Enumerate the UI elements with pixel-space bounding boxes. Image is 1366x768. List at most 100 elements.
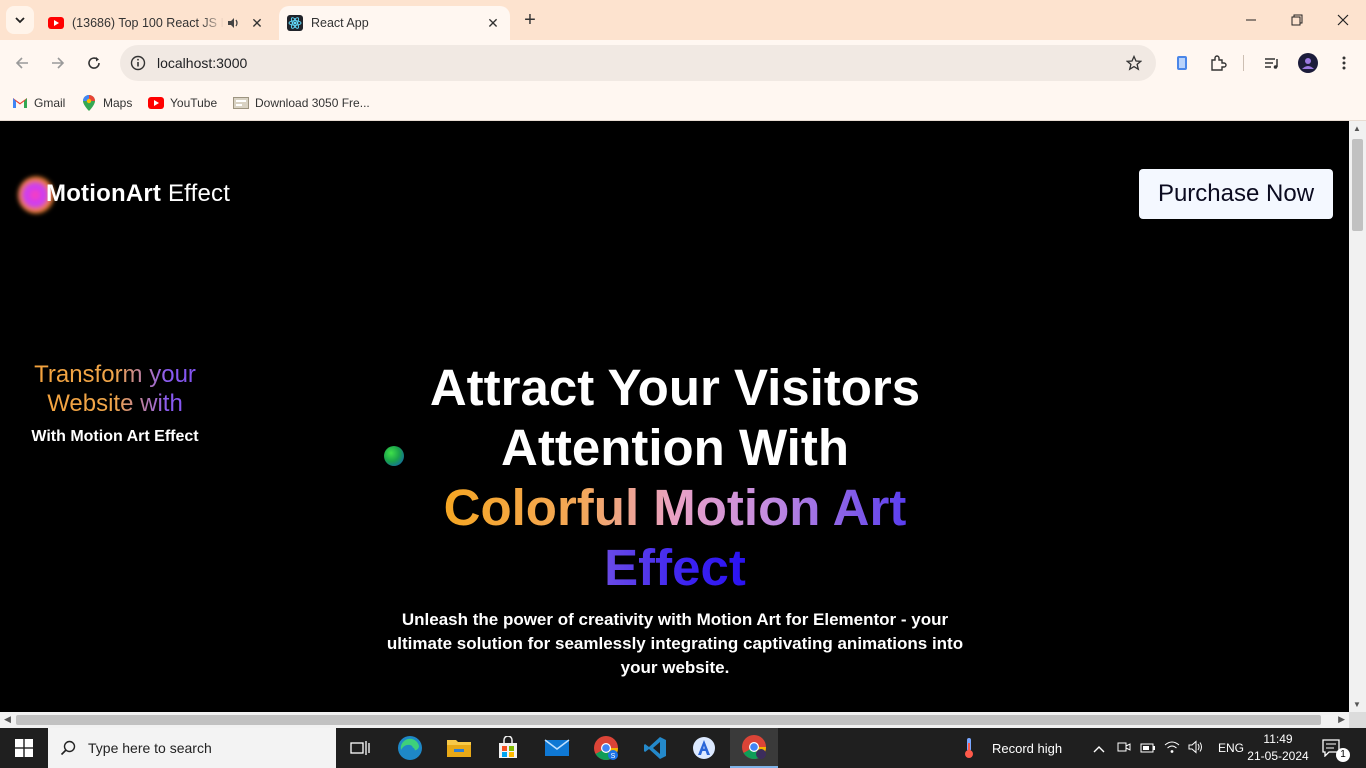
bookmark-label: YouTube (170, 96, 218, 110)
minimize-icon (1246, 19, 1256, 21)
task-view-icon (350, 741, 370, 755)
taskbar-edge[interactable] (386, 728, 434, 768)
thermometer-icon (965, 738, 973, 758)
tab-strip: (13686) Top 100 React JS Interview Quest… (0, 0, 1366, 40)
tab-react-app[interactable]: React App ✕ (279, 6, 510, 40)
speaker-icon[interactable] (224, 16, 242, 30)
logo-text: MotionArt Effect (46, 180, 230, 208)
youtube-icon (48, 15, 64, 31)
horizontal-scrollbar[interactable]: ◀ ▶ (0, 712, 1349, 728)
media-control-icon[interactable] (1261, 52, 1283, 74)
bookmark-label: Maps (103, 96, 133, 110)
tab-title: (13686) Top 100 React JS Interview Quest… (72, 16, 224, 30)
hero-line-3: Colorful Motion Art (443, 479, 907, 536)
taskbar-mail[interactable] (533, 728, 581, 768)
forward-button[interactable] (45, 50, 71, 76)
weather-widget[interactable]: Record high (962, 728, 1062, 768)
taskbar-search[interactable]: Type here to search (48, 728, 336, 768)
url-text: localhost:3000 (157, 55, 248, 71)
scroll-down-icon[interactable]: ▼ (1353, 700, 1361, 709)
reload-icon (88, 57, 100, 69)
arrow-right-icon (52, 57, 65, 69)
battery-icon[interactable] (1136, 741, 1160, 756)
tab-youtube[interactable]: (13686) Top 100 React JS Interview Quest… (40, 6, 274, 40)
bookmark-maps[interactable]: Maps (81, 92, 132, 114)
chevron-up-icon[interactable] (1090, 741, 1108, 756)
bookmark-youtube[interactable]: YouTube (148, 92, 217, 114)
tab-title: React App (311, 16, 369, 30)
maps-icon (81, 95, 97, 111)
vscode-icon (644, 737, 666, 759)
start-button[interactable] (0, 728, 48, 768)
hero-line-1: Attract Your Visitors (429, 359, 921, 416)
site-logo[interactable]: MotionArt Effect (18, 172, 230, 216)
bookmarks-bar: Gmail Maps YouTube Download 3050 Fre... (0, 86, 1366, 121)
hero-description: Unleash the power of creativity with Mot… (386, 610, 964, 677)
windows-icon (15, 739, 33, 757)
vertical-scrollbar[interactable]: ▲ ▼ (1349, 121, 1366, 712)
side-heading: Transform your Website with (10, 360, 220, 418)
page-viewport: MotionArt Effect Purchase Now Transform … (0, 121, 1349, 712)
address-bar[interactable]: localhost:3000 (120, 45, 1156, 81)
profile-avatar[interactable] (1297, 52, 1319, 74)
taskbar-app-a[interactable] (680, 728, 728, 768)
bookmark-label: Gmail (34, 96, 66, 110)
scroll-right-icon[interactable]: ▶ (1338, 714, 1345, 725)
close-window-button[interactable] (1320, 0, 1366, 40)
chevron-down-icon (15, 17, 25, 24)
app-a-icon (693, 737, 715, 759)
restore-button[interactable] (1274, 0, 1320, 40)
scroll-up-icon[interactable]: ▲ (1353, 124, 1361, 133)
taskbar-vscode[interactable] (631, 728, 679, 768)
logo-light-text: Effect (161, 180, 231, 207)
wifi-icon[interactable] (1160, 740, 1184, 757)
search-placeholder: Type here to search (88, 740, 212, 756)
bookmark-star-icon[interactable] (1124, 53, 1144, 73)
hero-heading: Attract Your Visitors Attention With Col… (340, 358, 1010, 598)
react-icon (287, 15, 303, 31)
taskbar-chrome-active[interactable] (730, 728, 778, 768)
back-button[interactable] (9, 50, 35, 76)
extensions-puzzle-icon[interactable] (1207, 52, 1229, 74)
bookmark-gmail[interactable]: Gmail (12, 92, 65, 114)
meet-now-icon[interactable] (1112, 740, 1136, 757)
bookmark-label: Download 3050 Fre... (255, 96, 370, 110)
vertical-scroll-thumb[interactable] (1352, 139, 1363, 231)
folder-icon (447, 740, 471, 757)
edge-icon (398, 736, 422, 760)
svg-text:S: S (611, 753, 616, 760)
close-icon (1337, 14, 1349, 26)
browser-menu-icon[interactable] (1333, 52, 1355, 74)
extension-clipboard-icon[interactable] (1171, 52, 1193, 74)
arrow-left-icon (15, 57, 28, 69)
task-view-button[interactable] (336, 728, 384, 768)
volume-icon[interactable] (1184, 739, 1208, 757)
youtube-icon (148, 95, 164, 111)
minimize-button[interactable] (1228, 0, 1274, 40)
scroll-left-icon[interactable]: ◀ (4, 714, 11, 725)
tab-search-button[interactable] (6, 6, 34, 34)
restore-icon (1291, 14, 1303, 26)
taskbar-chrome-profile[interactable]: S (582, 728, 630, 768)
purchase-now-button[interactable]: Purchase Now (1139, 169, 1333, 219)
site-info-icon[interactable] (128, 53, 148, 73)
bookmark-download[interactable]: Download 3050 Fre... (233, 92, 370, 114)
mail-icon (544, 739, 570, 756)
side-subheading: With Motion Art Effect (31, 428, 199, 445)
clock-time: 11:49 (1263, 732, 1293, 746)
horizontal-scroll-thumb[interactable] (16, 715, 1321, 725)
close-tab-icon[interactable]: ✕ (484, 14, 502, 32)
clock[interactable]: 11:49 21-05-2024 (1240, 731, 1316, 765)
toolbar-divider (1243, 55, 1244, 71)
taskbar-file-explorer[interactable] (435, 728, 483, 768)
chrome-icon (742, 735, 766, 760)
gmail-icon (12, 95, 28, 111)
close-tab-icon[interactable]: ✕ (248, 14, 266, 32)
reload-button[interactable] (81, 50, 107, 76)
system-tray-icons: ENG (1090, 728, 1244, 768)
new-tab-button[interactable]: + (519, 9, 541, 31)
hero-line-4: Effect (604, 539, 746, 596)
taskbar-store[interactable] (484, 728, 532, 768)
notification-center-button[interactable]: 1 (1322, 728, 1350, 768)
search-icon (48, 740, 88, 756)
